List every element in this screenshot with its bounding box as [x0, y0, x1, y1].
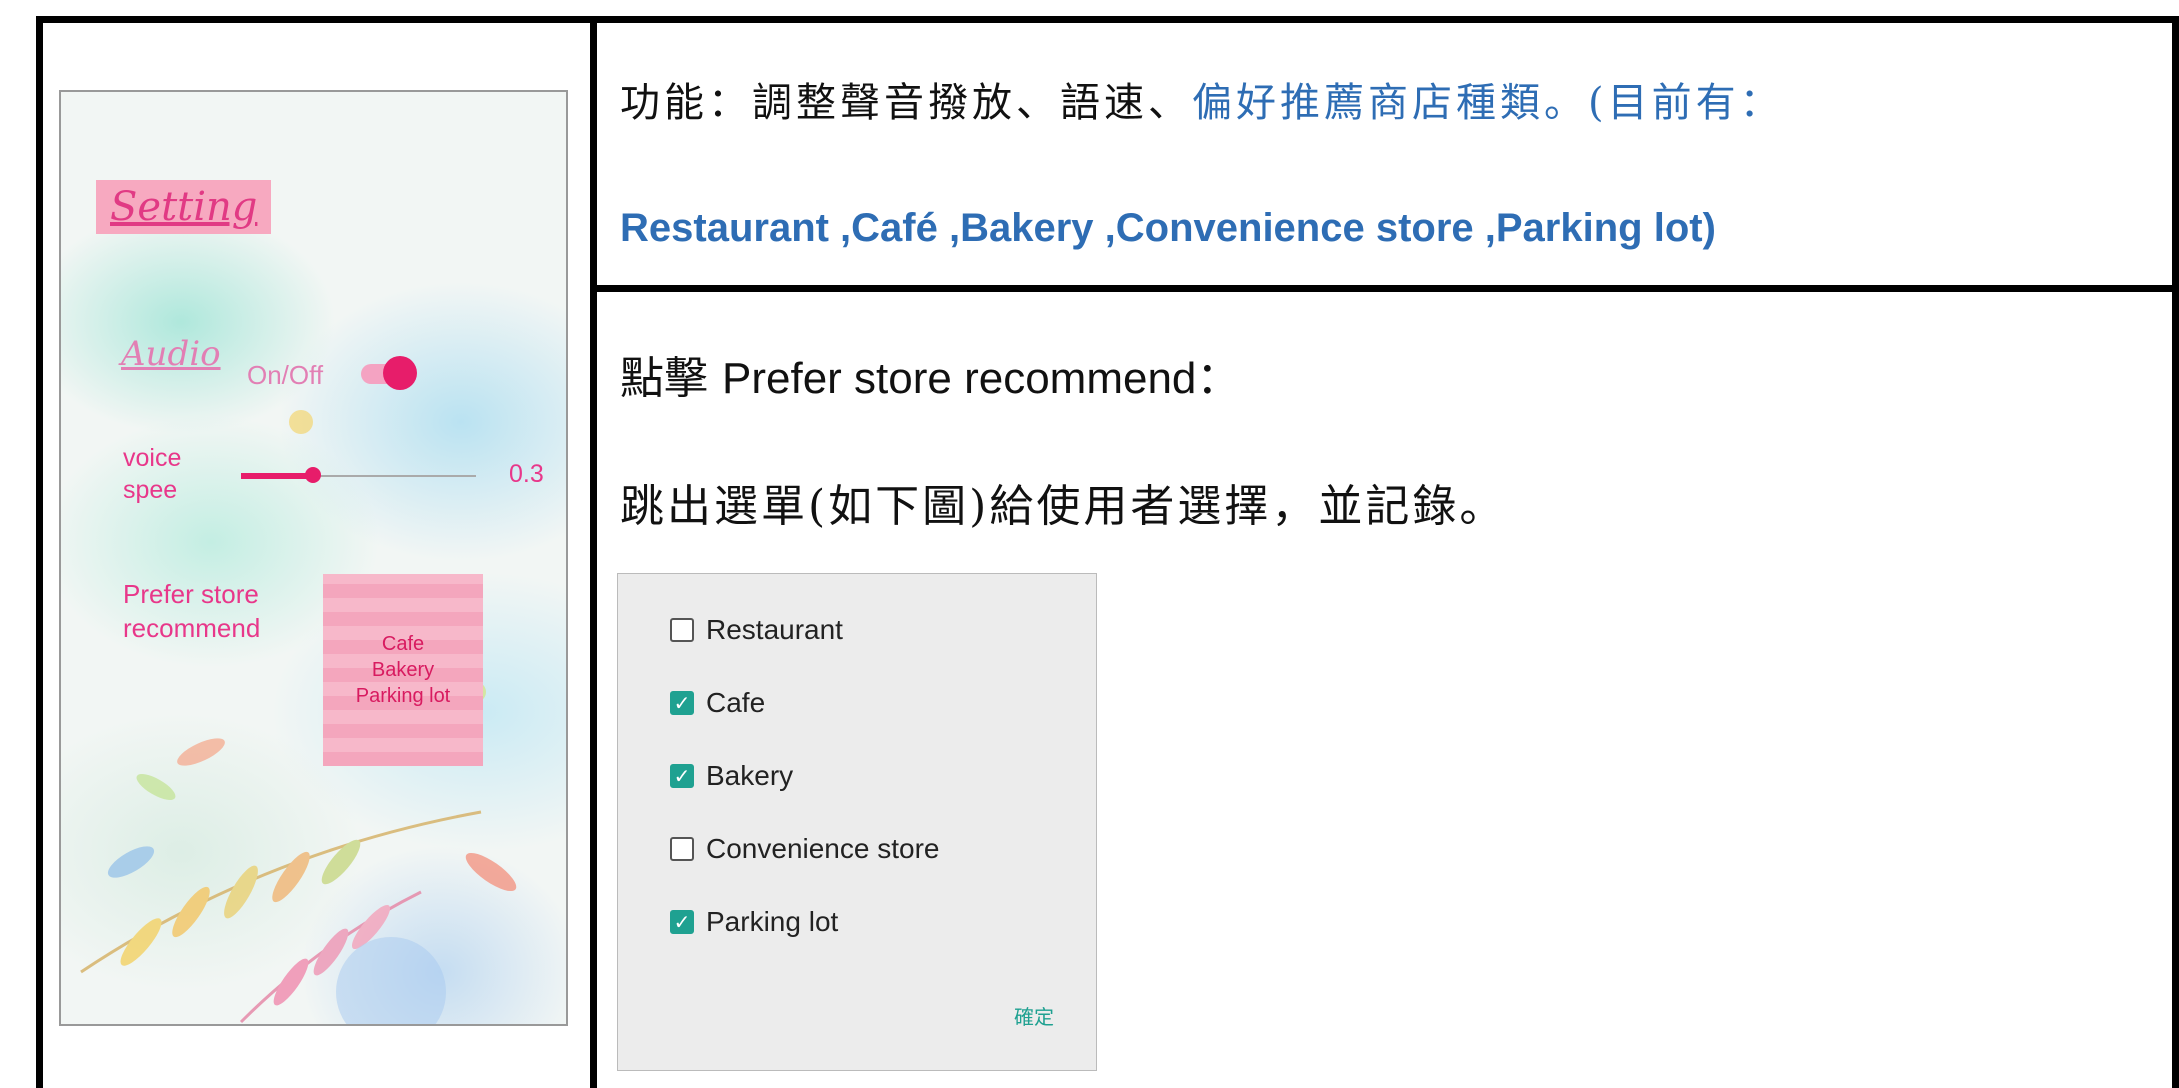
- store-type-dialog: Restaurant ✓ Cafe ✓ Bakery Convenience s…: [617, 573, 1097, 1071]
- option-label: Cafe: [706, 687, 766, 718]
- option-label: Restaurant: [706, 614, 843, 645]
- checkbox-icon[interactable]: [670, 837, 694, 861]
- audio-label: Audio: [121, 334, 221, 374]
- settings-title: Setting: [96, 180, 272, 234]
- option-label: Bakery: [706, 760, 794, 791]
- voice-speed-slider-fill: [241, 473, 311, 479]
- prefer-store-label: Prefer store recommend: [123, 577, 260, 645]
- prefer-label-line1: Prefer store: [123, 579, 259, 609]
- voice-speed-slider-thumb[interactable]: [305, 467, 321, 483]
- function-description: 功能：調整聲音撥放、語速、偏好推薦商店種類。(目前有：: [620, 70, 1784, 128]
- option-label: Parking lot: [706, 906, 839, 937]
- checkbox-checked-icon[interactable]: ✓: [670, 691, 694, 715]
- function-highlight: 偏好推薦商店種類。(目前有：: [1192, 80, 1784, 126]
- onoff-label: On/Off: [247, 360, 324, 390]
- option-convenience-store[interactable]: Convenience store: [670, 831, 939, 867]
- prefer-store-button[interactable]: Cafe Bakery Parking lot: [323, 574, 483, 766]
- phone-settings-screenshot: Setting Audio On/Off voice spee 0.3 Pref…: [59, 90, 568, 1026]
- voice-speed-label: voice spee: [123, 442, 181, 506]
- click-instruction: 點擊 Prefer store recommend：: [620, 342, 1240, 406]
- prefer-item: Cafe: [381, 633, 425, 655]
- audio-toggle-knob[interactable]: [383, 356, 417, 390]
- option-label: Convenience store: [706, 833, 940, 864]
- function-text: 功能：調整聲音撥放、語速、: [620, 80, 1192, 126]
- checkbox-checked-icon[interactable]: ✓: [670, 910, 694, 934]
- popup-description: 跳出選單(如下圖)給使用者選擇，並記錄。: [620, 481, 1507, 532]
- column-divider: [590, 16, 597, 1088]
- click-suffix: ：: [1196, 353, 1241, 404]
- prefer-item: Bakery: [371, 659, 435, 681]
- voice-label-line2: spee: [123, 476, 178, 504]
- prefer-label-line2: recommend: [123, 613, 261, 643]
- click-target: Prefer store recommend: [722, 354, 1197, 403]
- voice-label-line1: voice: [123, 444, 182, 472]
- row-divider: [590, 285, 2179, 292]
- store-type-list: Restaurant ,Café ,Bakery ,Convenience st…: [620, 206, 1716, 250]
- confirm-button[interactable]: 確定: [1014, 1001, 1054, 1030]
- voice-speed-value: 0.3: [509, 460, 544, 488]
- option-bakery[interactable]: ✓ Bakery: [670, 758, 793, 794]
- prefer-item: Parking lot: [355, 685, 451, 707]
- option-cafe[interactable]: ✓ Cafe: [670, 685, 765, 721]
- option-restaurant[interactable]: Restaurant: [670, 612, 843, 648]
- option-parking-lot[interactable]: ✓ Parking lot: [670, 904, 838, 940]
- checkbox-checked-icon[interactable]: ✓: [670, 764, 694, 788]
- click-prefix: 點擊: [620, 353, 722, 404]
- checkbox-icon[interactable]: [670, 618, 694, 642]
